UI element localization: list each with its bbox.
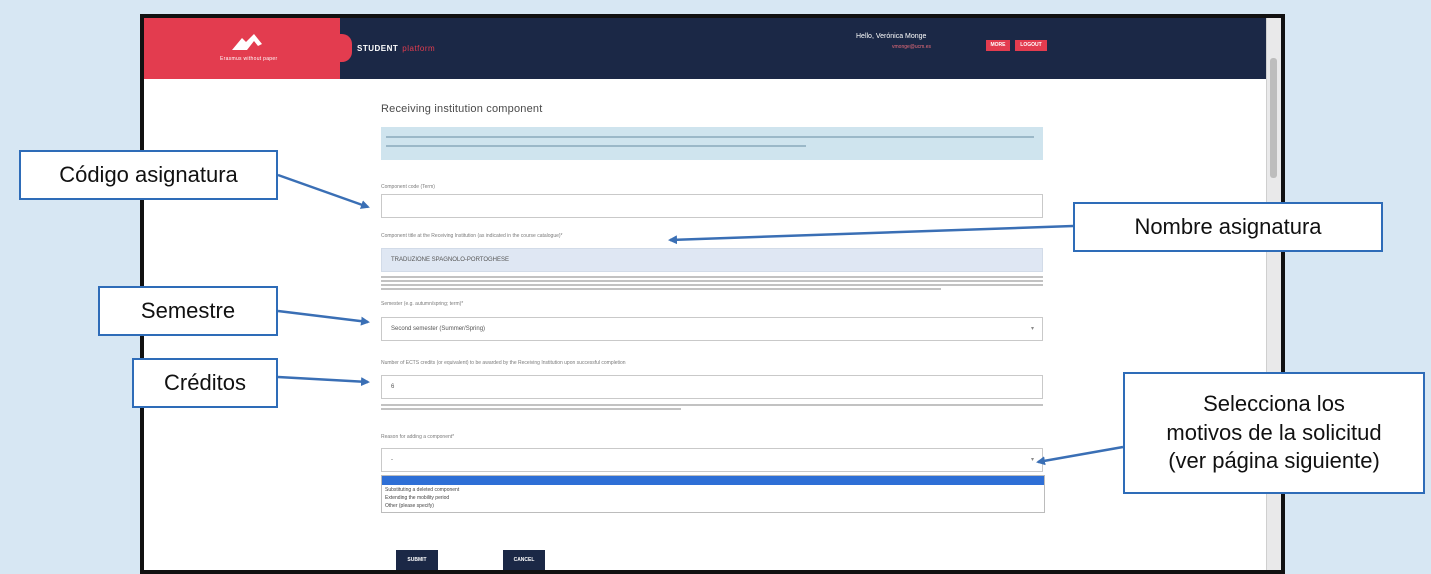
callout-text: Código asignatura	[59, 161, 238, 187]
callout-nombre-asignatura: Nombre asignatura	[1073, 202, 1383, 252]
callout-text: Semestre	[140, 297, 236, 323]
callout-codigo-asignatura: Código asignatura	[19, 150, 278, 200]
callout-text: (ver página siguiente)	[1168, 448, 1380, 474]
callout-text: motivos de la solicitud	[1166, 419, 1382, 445]
arrow-codigo	[277, 173, 370, 209]
callout-text-block: Selecciona los motivos de la solicitud (…	[1166, 390, 1381, 476]
callout-text: Nombre asignatura	[1134, 213, 1322, 239]
callout-text: Selecciona los	[1203, 391, 1345, 417]
arrow-nombre	[668, 224, 1074, 245]
callout-creditos: Créditos	[132, 358, 278, 408]
callout-motivos: Selecciona los motivos de la solicitud (…	[1123, 372, 1425, 494]
arrow-semestre	[277, 309, 370, 326]
callout-semestre: Semestre	[98, 286, 278, 336]
arrow-motivos	[1036, 445, 1124, 466]
callout-text: Créditos	[164, 369, 246, 395]
arrow-creditos	[277, 375, 370, 387]
